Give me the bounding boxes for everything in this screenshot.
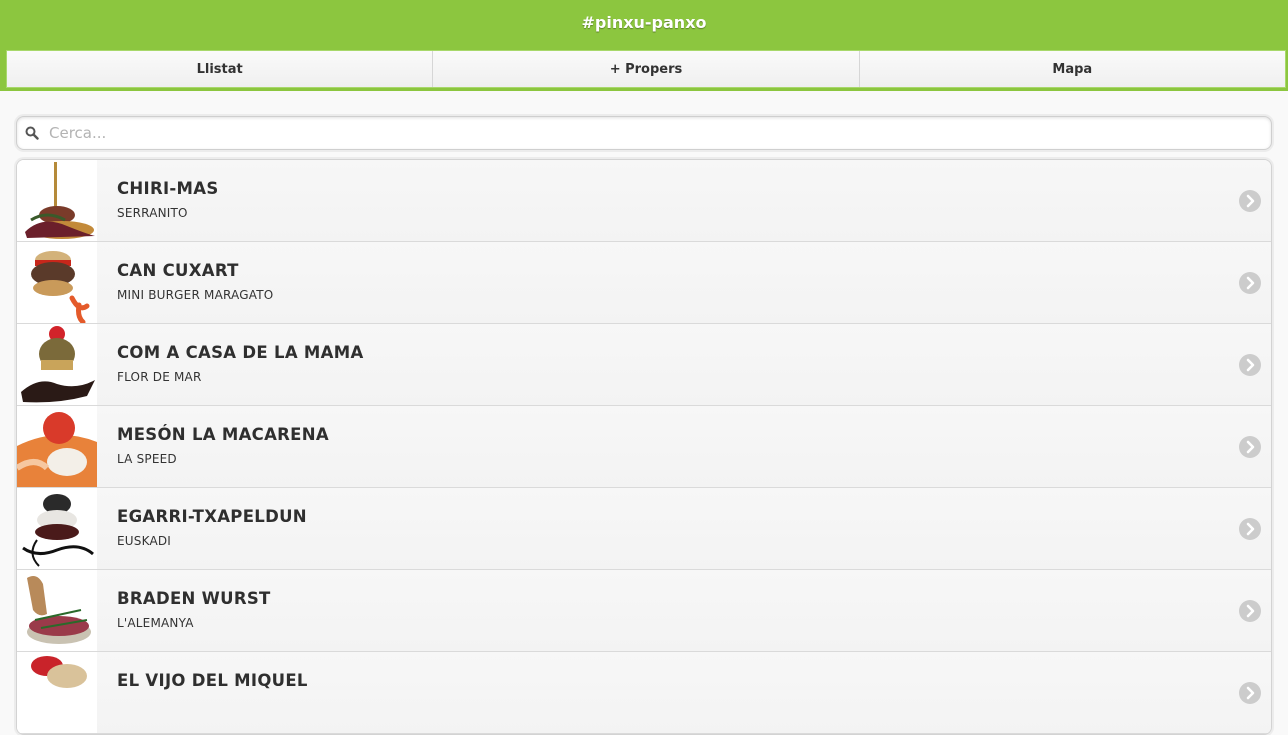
tab-llistat[interactable]: Llistat — [7, 51, 434, 87]
item-title: BRADEN WURST — [117, 589, 271, 608]
pinxo-thumbnail — [17, 242, 97, 323]
item-title: CHIRI-MAS — [117, 179, 219, 198]
list-item[interactable]: COM A CASA DE LA MAMA FLOR DE MAR — [17, 324, 1271, 406]
tab-mapa[interactable]: Mapa — [859, 51, 1285, 87]
item-subtitle: FLOR DE MAR — [117, 370, 202, 384]
item-title: EGARRI-TXAPELDUN — [117, 507, 307, 526]
search-input[interactable] — [47, 123, 1271, 143]
chevron-right-icon — [1239, 189, 1261, 212]
chevron-right-icon — [1239, 681, 1261, 704]
pinxo-list: CHIRI-MAS SERRANITO CAN CUXART MINI BURG… — [16, 159, 1272, 735]
item-title: EL VIJO DEL MIQUEL — [117, 671, 308, 690]
item-subtitle: MINI BURGER MARAGATO — [117, 288, 274, 302]
list-item[interactable]: EGARRI-TXAPELDUN EUSKADI — [17, 488, 1271, 570]
pinxo-thumbnail — [17, 652, 97, 733]
list-item[interactable]: BRADEN WURST L'ALEMANYA — [17, 570, 1271, 652]
item-subtitle: SERRANITO — [117, 206, 188, 220]
tab-propers[interactable]: + Propers — [433, 51, 860, 87]
pinxo-thumbnail — [17, 406, 97, 487]
list-item[interactable]: MESÓN LA MACARENA LA SPEED — [17, 406, 1271, 488]
chevron-right-icon — [1239, 517, 1261, 540]
app-header: #pinxu-panxo Llistat + Propers Mapa — [0, 0, 1288, 91]
item-title: MESÓN LA MACARENA — [117, 425, 329, 444]
nav-bar: Llistat + Propers Mapa — [6, 50, 1286, 88]
pinxo-thumbnail — [17, 488, 97, 569]
item-subtitle: LA SPEED — [117, 452, 177, 466]
chevron-right-icon — [1239, 353, 1261, 376]
search-bar[interactable] — [16, 116, 1272, 150]
item-title: COM A CASA DE LA MAMA — [117, 343, 364, 362]
app-title: #pinxu-panxo — [581, 13, 707, 32]
list-item[interactable]: EL VIJO DEL MIQUEL — [17, 652, 1271, 734]
main-content: CHIRI-MAS SERRANITO CAN CUXART M — [0, 91, 1288, 735]
chevron-right-icon — [1239, 599, 1261, 622]
pinxo-thumbnail — [17, 324, 97, 405]
item-subtitle: EUSKADI — [117, 534, 172, 548]
item-subtitle: L'ALEMANYA — [117, 616, 194, 630]
pinxo-thumbnail — [17, 160, 97, 241]
item-title: CAN CUXART — [117, 261, 239, 280]
chevron-right-icon — [1239, 271, 1261, 294]
pinxo-thumbnail — [17, 570, 97, 651]
list-item[interactable]: CAN CUXART MINI BURGER MARAGATO — [17, 242, 1271, 324]
search-icon — [25, 126, 39, 140]
chevron-right-icon — [1239, 435, 1261, 458]
list-item[interactable]: CHIRI-MAS SERRANITO — [17, 160, 1271, 242]
